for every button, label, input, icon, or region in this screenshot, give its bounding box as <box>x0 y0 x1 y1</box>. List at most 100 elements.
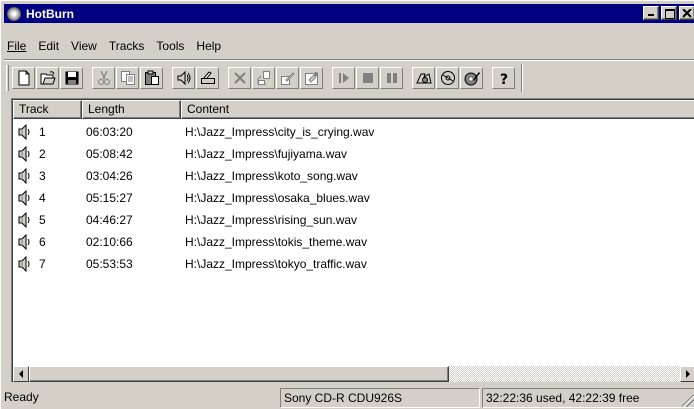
speaker-icon <box>18 256 30 272</box>
paste-icon <box>144 70 159 85</box>
toolbar-end-separator <box>521 64 523 92</box>
add-track-button[interactable] <box>172 67 195 89</box>
list-header: Track Length Content <box>13 100 694 119</box>
close-button[interactable] <box>679 6 694 20</box>
menu-tracks[interactable]: Tracks <box>103 39 151 53</box>
arrow-left-icon <box>19 370 23 378</box>
table-row[interactable]: 6 02:10:66 H:\Jazz_Impress\tokis_theme.wav <box>13 231 374 253</box>
help-button[interactable]: ? <box>492 67 515 89</box>
track-cell: 2 <box>13 146 82 162</box>
maximize-button[interactable] <box>661 6 677 20</box>
window-controls <box>641 6 694 20</box>
track-content: H:\Jazz_Impress\tokis_theme.wav <box>185 235 368 249</box>
properties-button[interactable] <box>300 67 323 89</box>
menu-edit[interactable]: Edit <box>32 39 65 53</box>
toolbar-separator <box>4 59 694 61</box>
status-device: Sony CD-R CDU926S <box>280 388 480 408</box>
track-list[interactable]: Track Length Content 1 06:03:20 H:\Jazz_Im… <box>11 98 694 382</box>
track-length: 03:04:26 <box>86 169 133 183</box>
column-header-track[interactable]: Track <box>13 100 82 119</box>
horizontal-scrollbar[interactable] <box>13 366 694 382</box>
record-icon <box>200 71 215 84</box>
toolbar-grip[interactable] <box>6 65 9 91</box>
scroll-left-button[interactable] <box>13 366 29 382</box>
speaker-icon <box>18 212 30 228</box>
open-icon <box>40 71 56 85</box>
menu-tracks-label: Tracks <box>108 39 145 53</box>
delete-button[interactable] <box>228 67 251 89</box>
menu-file-label: File <box>7 39 27 53</box>
copy-icon <box>120 71 135 85</box>
resize-grip[interactable] <box>682 395 694 407</box>
menu-help[interactable]: Help <box>190 39 227 53</box>
record-button[interactable] <box>196 67 219 89</box>
track-number: 5 <box>39 213 46 227</box>
app-cd-icon[interactable] <box>7 6 21 21</box>
track-cell: 6 <box>13 234 82 250</box>
edit-button[interactable] <box>276 67 299 89</box>
pause-button[interactable] <box>380 67 403 89</box>
disc-icon <box>440 71 455 85</box>
track-cell: 5 <box>13 212 82 228</box>
delete-icon <box>233 72 246 84</box>
column-header-length[interactable]: Length <box>82 100 181 119</box>
table-row[interactable]: 2 05:08:42 H:\Jazz_Impress\fujiyama.wav <box>13 143 374 165</box>
menu-view[interactable]: View <box>65 39 103 53</box>
menu-file[interactable]: File <box>4 39 32 53</box>
new-icon <box>18 70 29 86</box>
table-row[interactable]: 3 03:04:26 H:\Jazz_Impress\koto_song.wav <box>13 165 374 187</box>
track-length: 06:03:20 <box>86 125 133 139</box>
track-cell: 1 <box>13 124 82 140</box>
move-button[interactable] <box>252 67 275 89</box>
track-content: H:\Jazz_Impress\fujiyama.wav <box>185 147 348 161</box>
table-row[interactable]: 7 05:53:53 H:\Jazz_Impress\tokyo_traffic.w… <box>13 253 374 275</box>
disc-write-button[interactable] <box>460 67 483 89</box>
menu-view-label: View <box>71 39 97 53</box>
track-length: 05:53:53 <box>86 257 133 271</box>
burn-button[interactable] <box>412 67 435 89</box>
column-header-content[interactable]: Content <box>181 100 694 119</box>
track-number: 2 <box>39 147 46 161</box>
track-content: H:\Jazz_Impress\osaka_blues.wav <box>185 191 370 205</box>
menu-edit-label: Edit <box>38 39 60 53</box>
open-button[interactable] <box>36 67 59 89</box>
pause-icon <box>386 73 397 83</box>
cut-icon <box>97 70 110 85</box>
track-number: 7 <box>39 257 46 271</box>
track-length: 05:08:42 <box>86 147 133 161</box>
title-bar[interactable]: HotBurn <box>4 4 694 23</box>
help-icon: ? <box>500 72 508 86</box>
disc-button[interactable] <box>436 67 459 89</box>
scroll-right-button[interactable] <box>680 366 694 382</box>
speaker-icon <box>18 146 30 162</box>
paste-button[interactable] <box>140 67 163 89</box>
track-number: 4 <box>39 191 46 205</box>
play-icon <box>338 73 349 83</box>
stop-button[interactable] <box>356 67 379 89</box>
status-bar: Ready Sony CD-R CDU926S 32:22:36 used, 4… <box>4 388 694 408</box>
scroll-thumb[interactable] <box>29 366 449 382</box>
track-number: 3 <box>39 169 46 183</box>
minimize-button[interactable] <box>643 6 659 20</box>
copy-button[interactable] <box>116 67 139 89</box>
add-track-icon <box>177 70 190 86</box>
menu-tools[interactable]: Tools <box>150 39 190 53</box>
cut-button[interactable] <box>92 67 115 89</box>
track-length: 02:10:66 <box>86 235 133 249</box>
play-button[interactable] <box>332 67 355 89</box>
save-button[interactable] <box>60 67 83 89</box>
track-cell: 4 <box>13 190 82 206</box>
table-row[interactable]: 5 04:46:27 H:\Jazz_Impress\rising_sun.wav <box>13 209 374 231</box>
speaker-icon <box>18 168 30 184</box>
track-cell: 3 <box>13 168 82 184</box>
menu-bar: File Edit View Tracks Tools Help <box>4 36 227 56</box>
status-text: Ready <box>4 390 39 404</box>
toolbar: ? <box>4 63 694 93</box>
table-row[interactable]: 1 06:03:20 H:\Jazz_Impress\city_is_crying.… <box>13 121 374 143</box>
app-window: HotBurn File Edit View Tracks Tools Help <box>0 0 694 409</box>
new-button[interactable] <box>12 67 35 89</box>
burn-icon <box>415 73 432 84</box>
track-rows: 1 06:03:20 H:\Jazz_Impress\city_is_crying.… <box>13 121 374 275</box>
status-usage: 32:22:36 used, 42:22:39 free <box>482 388 694 408</box>
table-row[interactable]: 4 05:15:27 H:\Jazz_Impress\osaka_blues.wav <box>13 187 374 209</box>
